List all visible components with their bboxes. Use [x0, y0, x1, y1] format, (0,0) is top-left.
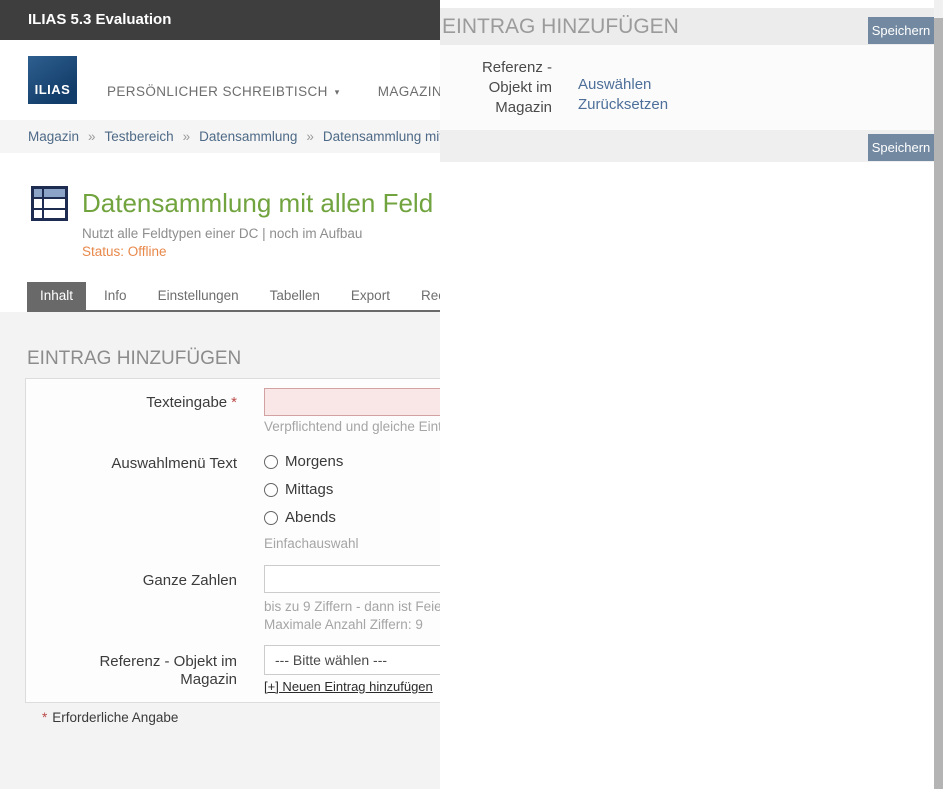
modal-heading: EINTRAG HINZUFÜGEN [442, 8, 679, 45]
breadcrumb-link-current[interactable]: Datensammlung mit a [323, 129, 454, 144]
label-line: Referenz - [482, 59, 552, 76]
radio-icon[interactable] [264, 483, 278, 497]
ilias-screen: ILIAS 5.3 Evaluation ILIAS PERSÖNLICHER … [0, 0, 943, 789]
radio-option-morgens[interactable]: Morgens [264, 453, 343, 470]
vertical-scrollbar[interactable] [934, 0, 943, 789]
radio-icon[interactable] [264, 455, 278, 469]
nav-label: PERSÖNLICHER SCHREIBTISCH [107, 84, 328, 99]
modal-referenz-label: Referenz - Objekt im Magazin [480, 58, 552, 118]
page-title: Datensammlung mit allen Feld [82, 188, 433, 219]
auswaehlen-link[interactable]: Auswählen [578, 76, 651, 93]
nav-label: MAGAZIN [378, 84, 442, 99]
modal-footer [440, 130, 934, 162]
label-line: Magazin [495, 99, 552, 116]
scrollbar-thumb[interactable] [934, 18, 943, 789]
data-collection-icon [31, 186, 68, 221]
tab-bar: Inhalt Info Einstellungen Tabellen Expor… [27, 282, 465, 310]
texteingabe-helper: Verpflichtend und gleiche Eint [264, 419, 442, 434]
auswahlmenu-helper: Einfachauswahl [264, 536, 359, 551]
referenz-label: Referenz - Objekt im Magazin [26, 653, 237, 689]
nav-personal-desktop[interactable]: PERSÖNLICHER SCHREIBTISCH ▾ [107, 84, 340, 99]
required-asterisk: * [231, 394, 237, 411]
tab-einstellungen[interactable]: Einstellungen [145, 282, 252, 310]
ganze-zahlen-helper1: bis zu 9 Ziffern - dann ist Feier [264, 599, 446, 614]
ganze-zahlen-helper2: Maximale Anzahl Ziffern: 9 [264, 617, 423, 632]
chevron-down-icon: ▾ [335, 87, 340, 98]
logo-text: ILIAS [35, 82, 71, 97]
app-title: ILIAS 5.3 Evaluation [28, 0, 171, 40]
label-text: Texteingabe [146, 394, 227, 411]
tab-export[interactable]: Export [338, 282, 403, 310]
required-asterisk: * [42, 710, 47, 725]
add-entry-link[interactable]: [+] Neuen Eintrag hinzufügen [264, 679, 433, 694]
add-entry-modal: EINTRAG HINZUFÜGEN Speichern Referenz - … [440, 0, 934, 789]
page-subtitle: Nutzt alle Feldtypen einer DC | noch im … [82, 226, 362, 241]
required-note-text: Erforderliche Angabe [52, 710, 178, 725]
texteingabe-label: Texteingabe* [26, 394, 237, 412]
save-button-top[interactable]: Speichern [868, 17, 934, 44]
breadcrumb-separator: » [183, 129, 191, 144]
breadcrumb-separator: » [88, 129, 96, 144]
breadcrumb-link-datensammlung[interactable]: Datensammlung [199, 129, 297, 144]
breadcrumb-link-magazin[interactable]: Magazin [28, 129, 79, 144]
zuruecksetzen-link[interactable]: Zurücksetzen [578, 96, 668, 113]
label-line: Objekt im [489, 79, 552, 96]
radio-icon[interactable] [264, 511, 278, 525]
radio-option-abends[interactable]: Abends [264, 509, 336, 526]
main-navigation: PERSÖNLICHER SCHREIBTISCH ▾ MAGAZIN ▾ [107, 84, 454, 99]
radio-label[interactable]: Abends [285, 509, 336, 526]
label-line: Referenz - Objekt im [99, 653, 237, 670]
radio-option-mittags[interactable]: Mittags [264, 481, 333, 498]
label-line: Magazin [180, 671, 237, 688]
breadcrumb-link-testbereich[interactable]: Testbereich [105, 129, 174, 144]
status-badge: Status: Offline [82, 244, 167, 259]
ganze-zahlen-label: Ganze Zahlen [26, 572, 237, 590]
entry-form-panel: Texteingabe* Verpflichtend und gleiche E… [25, 378, 457, 703]
form-heading: EINTRAG HINZUFÜGEN [27, 348, 241, 370]
tab-info[interactable]: Info [91, 282, 140, 310]
auswahlmenu-label: Auswahlmenü Text [26, 455, 237, 473]
radio-label[interactable]: Morgens [285, 453, 343, 470]
breadcrumb-separator: » [306, 129, 314, 144]
save-button-bottom[interactable]: Speichern [868, 134, 934, 161]
ilias-logo[interactable]: ILIAS [28, 56, 77, 104]
tab-tabellen[interactable]: Tabellen [257, 282, 333, 310]
required-note: * Erforderliche Angabe [42, 710, 178, 725]
radio-label[interactable]: Mittags [285, 481, 333, 498]
tab-inhalt[interactable]: Inhalt [27, 282, 86, 310]
